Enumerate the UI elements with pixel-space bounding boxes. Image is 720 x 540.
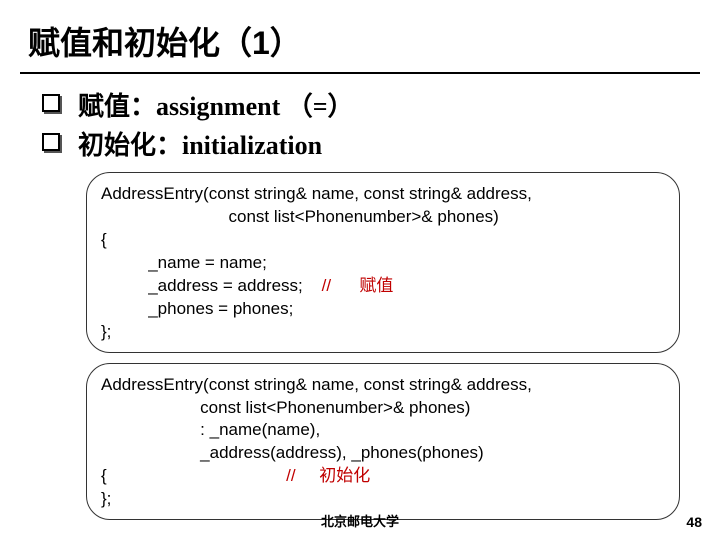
code-line: _address(address), _phones(phones) [101, 442, 665, 465]
code-text: { [101, 466, 286, 485]
code-line: AddressEntry(const string& name, const s… [101, 374, 665, 397]
code-block-assignment: AddressEntry(const string& name, const s… [86, 172, 680, 353]
bullet-text: 赋值：assignment （=） [78, 86, 354, 123]
bullet-row: 初始化：initialization [42, 125, 720, 162]
code-block-initialization: AddressEntry(const string& name, const s… [86, 363, 680, 521]
code-line: _address = address; // 赋值 [101, 275, 665, 298]
code-line: { // 初始化 [101, 465, 665, 488]
code-line: { [101, 229, 665, 252]
bullet-row: 赋值：assignment （=） [42, 86, 720, 123]
code-line: }; [101, 488, 665, 511]
bullet-list: 赋值：assignment （=） 初始化：initialization [0, 74, 720, 162]
square-bullet-icon [42, 133, 60, 151]
code-line: const list<Phonenumber>& phones) [101, 206, 665, 229]
code-line: AddressEntry(const string& name, const s… [101, 183, 665, 206]
code-line: : _name(name), [101, 419, 665, 442]
code-text: _address = address; [101, 276, 322, 295]
code-line: const list<Phonenumber>& phones) [101, 397, 665, 420]
bullet-text: 初始化：initialization [78, 125, 322, 162]
annotation-initialization: // 初始化 [286, 466, 370, 485]
page-number: 48 [686, 514, 702, 530]
annotation-assignment: // 赋值 [322, 276, 394, 295]
code-line: _phones = phones; [101, 298, 665, 321]
footer-text: 北京邮电大学 [0, 511, 720, 530]
square-bullet-icon [42, 94, 60, 112]
code-line: _name = name; [101, 252, 665, 275]
slide-title: 赋值和初始化（1） [0, 0, 720, 72]
code-line: }; [101, 321, 665, 344]
